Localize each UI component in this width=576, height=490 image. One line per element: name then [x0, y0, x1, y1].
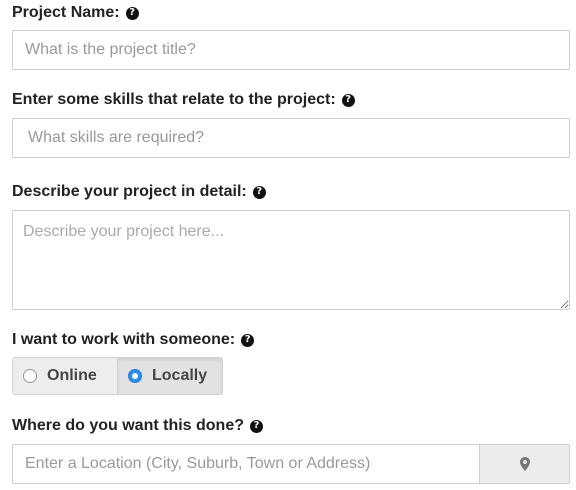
radio-locally[interactable]: Locally — [117, 358, 222, 394]
radio-locally-circle[interactable] — [128, 369, 142, 383]
description-label-row: Describe your project in detail: ? — [12, 181, 266, 203]
location-button[interactable] — [479, 444, 570, 484]
radio-online-circle[interactable] — [23, 369, 37, 383]
map-marker-icon — [519, 457, 530, 471]
help-icon[interactable]: ? — [125, 6, 139, 20]
project-name-input[interactable] — [12, 30, 570, 70]
help-icon[interactable]: ? — [252, 185, 266, 199]
project-name-label-row: Project Name: ? — [12, 2, 139, 24]
location-label-row: Where do you want this done? ? — [12, 415, 263, 437]
help-icon[interactable]: ? — [250, 419, 263, 433]
skills-label: Enter some skills that relate to the pro… — [12, 91, 336, 108]
radio-locally-label: Locally — [152, 367, 208, 384]
work-with-label: I want to work with someone: — [12, 331, 236, 348]
radio-online[interactable]: Online — [13, 358, 117, 394]
help-icon[interactable]: ? — [341, 93, 355, 107]
project-name-label: Project Name: — [12, 4, 120, 21]
skills-input[interactable] — [12, 118, 570, 158]
radio-selected-dot — [132, 373, 138, 379]
skills-label-row: Enter some skills that relate to the pro… — [12, 89, 355, 111]
help-icon[interactable]: ? — [241, 333, 255, 347]
radio-online-label: Online — [47, 367, 97, 384]
location-label: Where do you want this done? — [12, 417, 244, 434]
description-label: Describe your project in detail: — [12, 183, 247, 200]
description-textarea[interactable] — [12, 210, 570, 310]
location-input[interactable] — [12, 444, 479, 484]
work-with-label-row: I want to work with someone: ? — [12, 329, 255, 351]
location-input-group — [12, 444, 570, 484]
work-with-radio-group: Online Locally — [12, 357, 223, 395]
